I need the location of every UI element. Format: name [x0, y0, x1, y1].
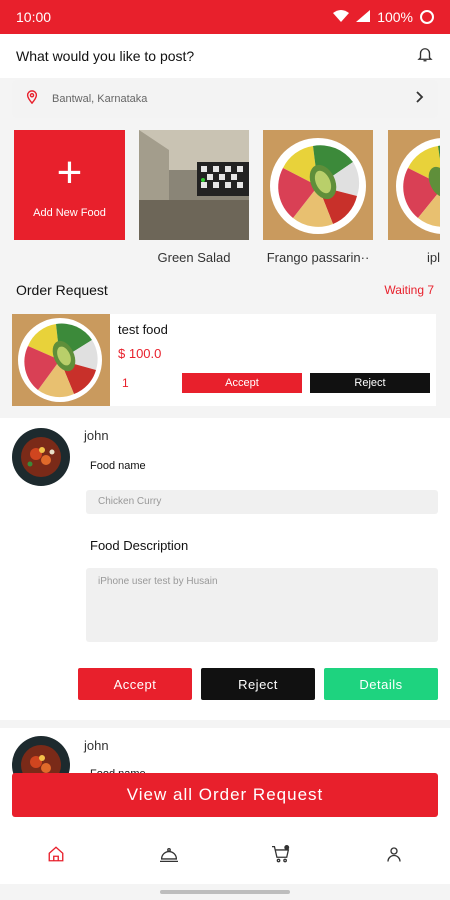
food-image	[388, 130, 440, 240]
food-name: ipl	[426, 250, 440, 265]
food-image	[263, 130, 373, 240]
reject-button[interactable]: Reject	[310, 373, 430, 393]
food-card[interactable]: ipl	[388, 130, 440, 265]
food-name: Frango passarin··	[266, 250, 370, 265]
food-name: Green Salad	[157, 250, 231, 265]
food-name-field[interactable]: Chicken Curry	[86, 490, 438, 514]
nav-profile[interactable]	[338, 828, 450, 884]
plus-icon: +	[56, 148, 83, 197]
home-icon	[47, 845, 65, 868]
order-price: $ 100.0	[118, 346, 162, 361]
wifi-icon	[333, 9, 350, 25]
order-food-name: test food	[118, 322, 168, 337]
waiting-count[interactable]: Waiting 7	[384, 283, 434, 297]
avatar	[12, 428, 70, 486]
bottom-nav	[0, 828, 450, 884]
add-new-food-button[interactable]: + Add New Food	[14, 130, 125, 240]
cloche-icon	[159, 845, 179, 868]
bell-icon[interactable]	[416, 45, 434, 68]
add-new-food-label: Add New Food	[33, 207, 106, 219]
accept-button[interactable]: Accept	[78, 668, 192, 700]
app-bar: What would you like to post?	[0, 34, 450, 78]
view-all-order-request-button[interactable]: View all Order Request	[12, 773, 438, 817]
order-food-image	[12, 314, 110, 406]
order-card: test food $ 100.0 1 Accept Reject	[12, 314, 436, 406]
food-description-field[interactable]: iPhone user test by Husain	[86, 568, 438, 642]
battery-icon	[420, 10, 434, 24]
status-bar: 10:00 100%	[0, 0, 450, 34]
cart-icon	[271, 844, 291, 868]
accept-button[interactable]: Accept	[182, 373, 302, 393]
food-name-label: Food name	[90, 460, 146, 472]
nav-cart[interactable]	[225, 828, 338, 884]
user-name: john	[84, 738, 109, 753]
reject-button[interactable]: Reject	[201, 668, 315, 700]
gesture-bar	[160, 890, 290, 894]
location-selector[interactable]: Bantwal, Karnataka	[12, 80, 438, 118]
chevron-right-icon	[414, 90, 424, 108]
battery-text: 100%	[377, 9, 413, 25]
status-time: 10:00	[16, 9, 52, 25]
order-request-header: Order Request Waiting 7	[16, 282, 434, 298]
section-title: Order Request	[16, 282, 108, 298]
food-card[interactable]: Green Salad	[139, 130, 249, 265]
nav-food[interactable]	[113, 828, 226, 884]
location-text: Bantwal, Karnataka	[52, 93, 148, 105]
nav-home[interactable]	[0, 828, 113, 884]
signal-icon	[356, 9, 371, 25]
location-pin-icon	[26, 89, 38, 109]
food-description-label: Food Description	[90, 538, 189, 553]
details-button[interactable]: Details	[324, 668, 438, 700]
profile-icon	[385, 845, 403, 868]
user-name: john	[84, 428, 109, 443]
food-card[interactable]: Frango passarin··	[263, 130, 373, 265]
food-image	[139, 130, 249, 240]
order-quantity: 1	[122, 376, 129, 390]
page-title: What would you like to post?	[16, 48, 195, 64]
